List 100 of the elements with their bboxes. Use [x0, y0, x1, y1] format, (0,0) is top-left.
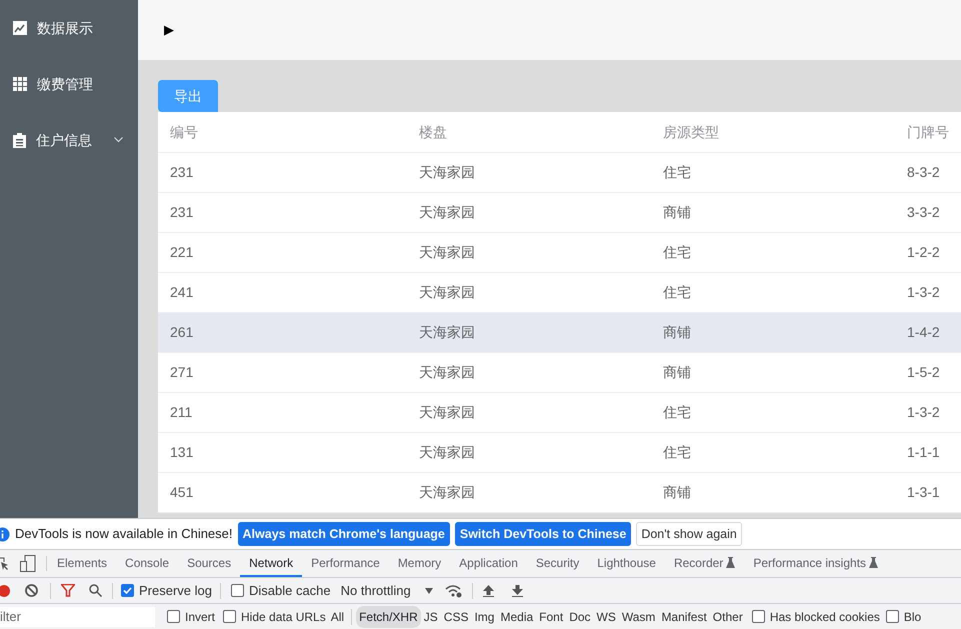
table-cell-text: 261 [169, 323, 194, 342]
table-cell-text: 商铺 [662, 363, 692, 382]
table-cell-text: 天海家园 [418, 203, 476, 222]
throttling-dropdown[interactable]: No throttling [340, 580, 433, 600]
checkbox-label: Invert [185, 608, 216, 626]
column-header[interactable]: 门牌号 [895, 122, 961, 142]
table-cell-text: 211 [169, 403, 194, 422]
menu-item[interactable]: 住户信息 [0, 112, 138, 168]
expand-toggle[interactable]: ▶ [164, 20, 174, 40]
download-icon[interactable] [512, 584, 523, 596]
wifi-settings-icon[interactable] [444, 584, 462, 598]
table-cell-text: 住宅 [662, 403, 692, 422]
infobar-button[interactable]: Switch DevTools to Chinese [454, 522, 632, 546]
type-filter[interactable]: Wasm [618, 606, 658, 628]
type-filter[interactable]: Img [471, 606, 498, 628]
type-filter[interactable]: JS [420, 606, 441, 628]
info-message: DevTools is now available in Chinese! [15, 525, 233, 544]
menu-item[interactable]: 缴费管理 [0, 56, 138, 112]
table-cell-text: 商铺 [662, 483, 692, 502]
table-cell-text: 241 [169, 283, 194, 302]
filter-icon[interactable] [61, 584, 75, 597]
checkbox-label: Hide data URLs [241, 608, 326, 626]
infobar-button[interactable]: Always match Chrome's language [238, 522, 450, 546]
chevron-down-icon [114, 137, 123, 143]
menu-label: 缴费管理 [37, 74, 93, 94]
table-cell-text: 商铺 [662, 203, 692, 222]
devtools-tab[interactable]: Sources [178, 550, 240, 577]
table-cell-text: 131 [169, 443, 194, 462]
devtools-tab[interactable]: Security [526, 550, 588, 577]
devtools-tab[interactable]: Lighthouse [588, 550, 665, 577]
table-cell-text: 天海家园 [418, 283, 476, 302]
checkbox-label: Disable cache [248, 582, 331, 600]
table-cell-text: 1-2-2 [906, 243, 941, 262]
type-filter[interactable]: Doc [566, 606, 594, 628]
table-cell-text: 住宅 [662, 283, 692, 302]
upload-icon[interactable] [482, 584, 494, 596]
checkbox[interactable] [121, 584, 134, 597]
checkbox-label: Blo [904, 608, 922, 626]
clipboard-icon [13, 132, 26, 148]
checkbox-label: Preserve log [139, 582, 212, 600]
checkmark-icon [123, 587, 132, 594]
type-filter[interactable]: Fetch/XHR [356, 606, 421, 628]
table-cell-text: 231 [169, 163, 194, 182]
table-cell-text: 1-5-2 [906, 363, 941, 382]
filter-field[interactable]: ilter [0, 606, 155, 626]
menu-item[interactable]: 数据展示 [0, 0, 138, 56]
table-cell-text: 天海家园 [418, 483, 476, 502]
checkbox[interactable] [752, 610, 765, 623]
table-cell-text: 1-1-1 [906, 443, 941, 462]
table-cell-text: 天海家园 [418, 443, 476, 462]
devtools-tab[interactable]: Elements [48, 550, 116, 577]
table-cell-text: 1-3-1 [906, 483, 941, 502]
record-icon[interactable] [0, 584, 10, 596]
checkbox-label: Has blocked cookies [770, 608, 880, 626]
checkbox[interactable] [167, 610, 180, 623]
table-cell-text: 住宅 [662, 443, 692, 462]
checkbox[interactable] [886, 610, 899, 623]
checkbox[interactable] [230, 584, 244, 597]
devtools-tab[interactable]: Console [116, 550, 178, 577]
flask-icon [869, 557, 878, 568]
type-filter[interactable]: CSS [440, 606, 472, 628]
devtools-tab[interactable]: Performance insights [744, 550, 888, 577]
type-filter[interactable]: Manifest [658, 606, 710, 628]
devtools-tab[interactable]: Application [450, 550, 527, 577]
table-cell-text: 住宅 [662, 163, 692, 182]
type-filter[interactable]: All [328, 606, 348, 628]
table-cell-text: 451 [169, 483, 194, 502]
table-row[interactable]: 261 天海家园 商铺 1-4-2 [158, 313, 961, 353]
search-icon[interactable] [89, 584, 102, 597]
table-cell-text: 3-3-2 [906, 203, 941, 222]
table-cell-text: 天海家园 [418, 403, 476, 422]
table-cell-text: 住宅 [662, 243, 692, 262]
type-filter[interactable]: Media [497, 606, 536, 628]
table-cell-text: 天海家园 [418, 363, 476, 382]
devtools-tab[interactable]: Memory [388, 550, 450, 577]
table-cell-text: 天海家园 [418, 323, 476, 342]
table-cell-text: 天海家园 [418, 243, 476, 262]
grid-icon [13, 77, 27, 91]
type-filter[interactable]: Other [710, 606, 746, 628]
devtools-tab[interactable]: Performance [302, 550, 389, 577]
type-filter[interactable]: Font [536, 606, 566, 628]
table-cell-text: 商铺 [662, 323, 692, 342]
table-cell-text: 天海家园 [418, 163, 476, 182]
menu-label: 住户信息 [36, 130, 92, 150]
table-cell-text: 231 [169, 203, 194, 222]
devtools-tab[interactable]: Recorder [664, 550, 744, 577]
column-header[interactable]: 房源类型 [651, 122, 895, 142]
caret-down-icon[interactable] [424, 588, 433, 594]
type-filter[interactable]: WS [594, 606, 619, 628]
table-cell-text: 1-4-2 [906, 323, 941, 342]
table-cell-text: 271 [169, 363, 194, 382]
menu-label: 数据展示 [37, 18, 93, 38]
column-header[interactable]: 楼盘 [407, 122, 651, 142]
devtools-tab[interactable]: Network [240, 550, 302, 577]
checkbox[interactable] [223, 610, 236, 623]
infobar-button[interactable]: Don't show again [636, 522, 742, 546]
column-header[interactable]: 编号 [158, 122, 407, 142]
flask-icon [726, 557, 736, 568]
clear-icon[interactable] [25, 584, 38, 597]
table-cell-text: 1-3-2 [906, 283, 941, 302]
